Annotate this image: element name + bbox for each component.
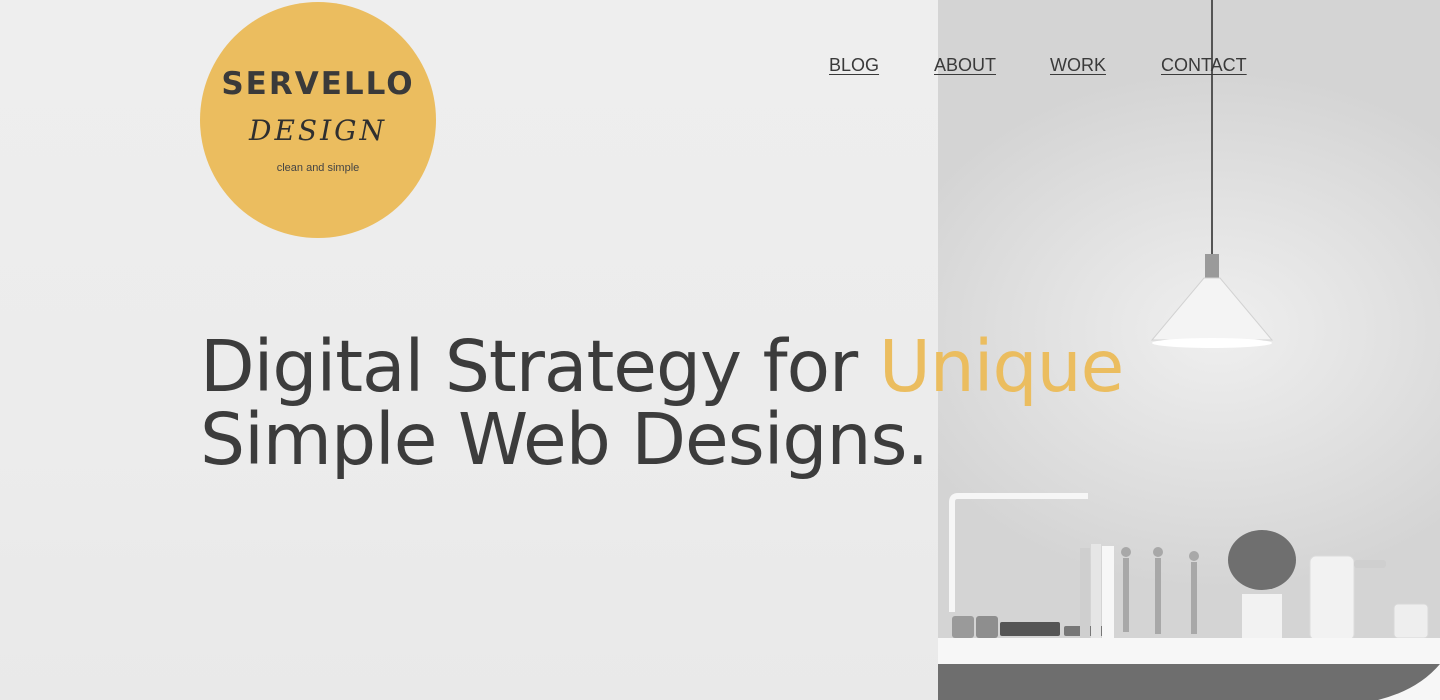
jug: [1309, 555, 1355, 641]
nav-link-about[interactable]: ABOUT: [934, 55, 996, 76]
book: [1102, 546, 1114, 640]
shelf-shadow: [938, 664, 1440, 700]
nav-link-contact[interactable]: CONTACT: [1161, 55, 1247, 76]
logo[interactable]: SERVELLO DESIGN clean and simple: [200, 2, 436, 238]
lamp-shade: [1150, 277, 1274, 341]
figurines: [1121, 547, 1199, 634]
plant-pot: [1242, 594, 1282, 638]
plant: [1228, 530, 1296, 590]
jug-spout: [1354, 560, 1386, 568]
cup: [952, 616, 974, 638]
cup: [976, 616, 998, 638]
book: [1091, 544, 1101, 640]
camera: [1000, 622, 1060, 636]
hero-line1-prefix: Digital Strategy for: [200, 325, 879, 408]
hero-accent-word: Unique: [878, 325, 1124, 408]
nav-link-work[interactable]: WORK: [1050, 55, 1106, 76]
main-nav: BLOG ABOUT WORK CONTACT: [0, 55, 1440, 79]
lamp-glow: [1152, 338, 1272, 348]
lamp-socket: [1205, 254, 1219, 278]
logo-tagline: clean and simple: [276, 162, 360, 174]
shelf: [938, 638, 1440, 664]
jar: [1393, 603, 1429, 639]
logo-subtitle: DESIGN: [249, 114, 387, 147]
hero-headline: Digital Strategy for Unique Simple Web D…: [200, 330, 1124, 476]
nav-link-blog[interactable]: BLOG: [829, 55, 879, 76]
desk-lamp: [949, 493, 1088, 612]
book: [1080, 548, 1090, 640]
hero-line2: Simple Web Designs.: [200, 398, 929, 481]
